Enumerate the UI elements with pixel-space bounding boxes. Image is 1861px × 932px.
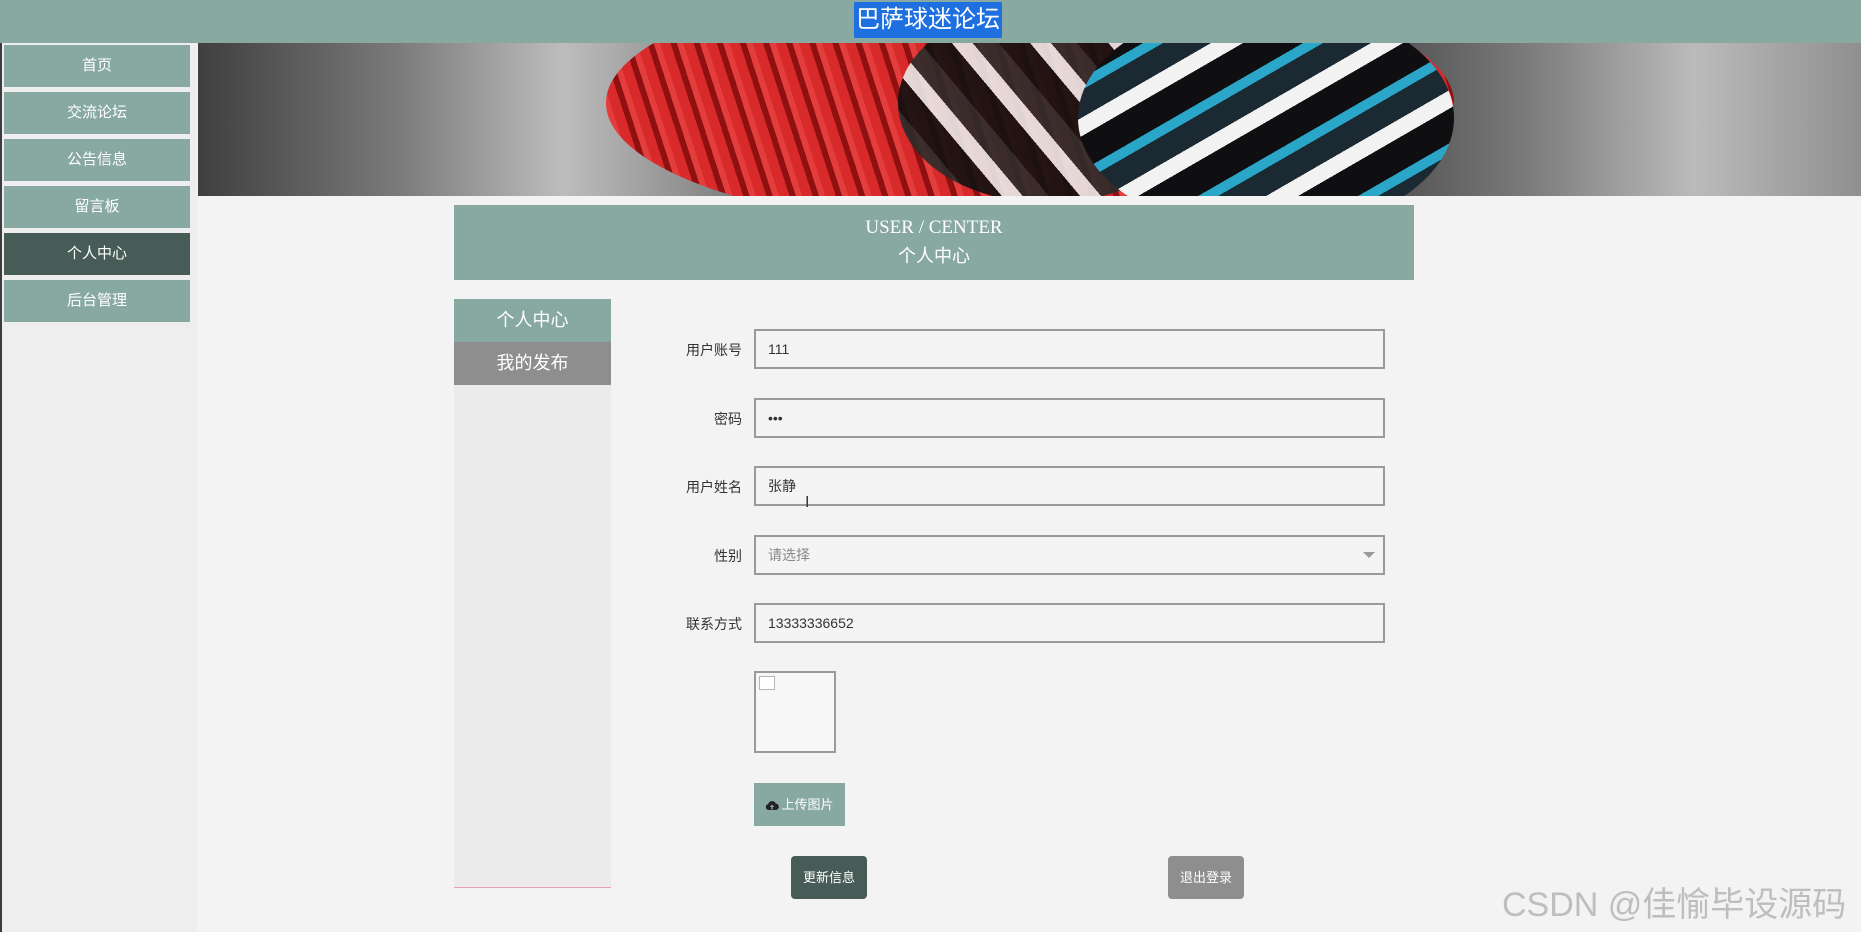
update-info-button[interactable]: 更新信息: [791, 856, 867, 899]
user-center-title-cn: 个人中心: [898, 246, 970, 266]
top-header-bar: 巴萨球迷论坛: [0, 0, 1861, 43]
name-label: 用户姓名: [686, 479, 742, 495]
account-label: 用户账号: [686, 342, 742, 358]
password-label: 密码: [714, 411, 742, 427]
tab-personal-center[interactable]: 个人中心: [454, 299, 611, 342]
sidebar-item-message-board[interactable]: 留言板: [4, 186, 190, 228]
cloud-upload-icon: [766, 800, 780, 810]
sidebar-item-forum[interactable]: 交流论坛: [4, 92, 190, 134]
sidebar-item-user-center[interactable]: 个人中心: [4, 233, 190, 275]
upload-image-button[interactable]: 上传图片: [754, 783, 845, 826]
sidebar-item-home[interactable]: 首页: [4, 45, 190, 87]
site-title: 巴萨球迷论坛: [854, 2, 1002, 38]
account-field[interactable]: 111: [754, 329, 1385, 369]
broken-image-icon: [759, 676, 775, 690]
sidebar-nav: 首页 交流论坛 公告信息 留言板 个人中心 后台管理: [0, 43, 197, 932]
gender-select[interactable]: 请选择: [754, 535, 1385, 575]
sidebar-item-admin[interactable]: 后台管理: [4, 280, 190, 322]
banner-football-panel-right: [1078, 43, 1454, 196]
user-center-header: USER / CENTER 个人中心: [454, 205, 1414, 280]
tab-my-posts[interactable]: 我的发布: [454, 342, 611, 385]
user-center-title-en: USER / CENTER: [865, 217, 1003, 238]
password-field[interactable]: •••: [754, 398, 1385, 438]
phone-field[interactable]: 13333336652: [754, 603, 1385, 643]
chevron-down-icon: [1363, 552, 1375, 558]
logout-button[interactable]: 退出登录: [1168, 856, 1244, 899]
avatar-preview: [754, 671, 836, 753]
user-center-nav: 个人中心 我的发布: [454, 299, 611, 888]
banner-image: [198, 43, 1861, 196]
sidebar-item-announcements[interactable]: 公告信息: [4, 139, 190, 181]
text-cursor-icon: I: [805, 494, 810, 511]
name-field[interactable]: 张静: [754, 466, 1385, 506]
watermark: CSDN @佳愉毕设源码: [1502, 886, 1847, 924]
gender-select-placeholder: 请选择: [768, 547, 810, 563]
upload-image-label: 上传图片: [781, 797, 834, 812]
phone-label: 联系方式: [686, 616, 742, 632]
gender-label: 性别: [714, 548, 742, 564]
